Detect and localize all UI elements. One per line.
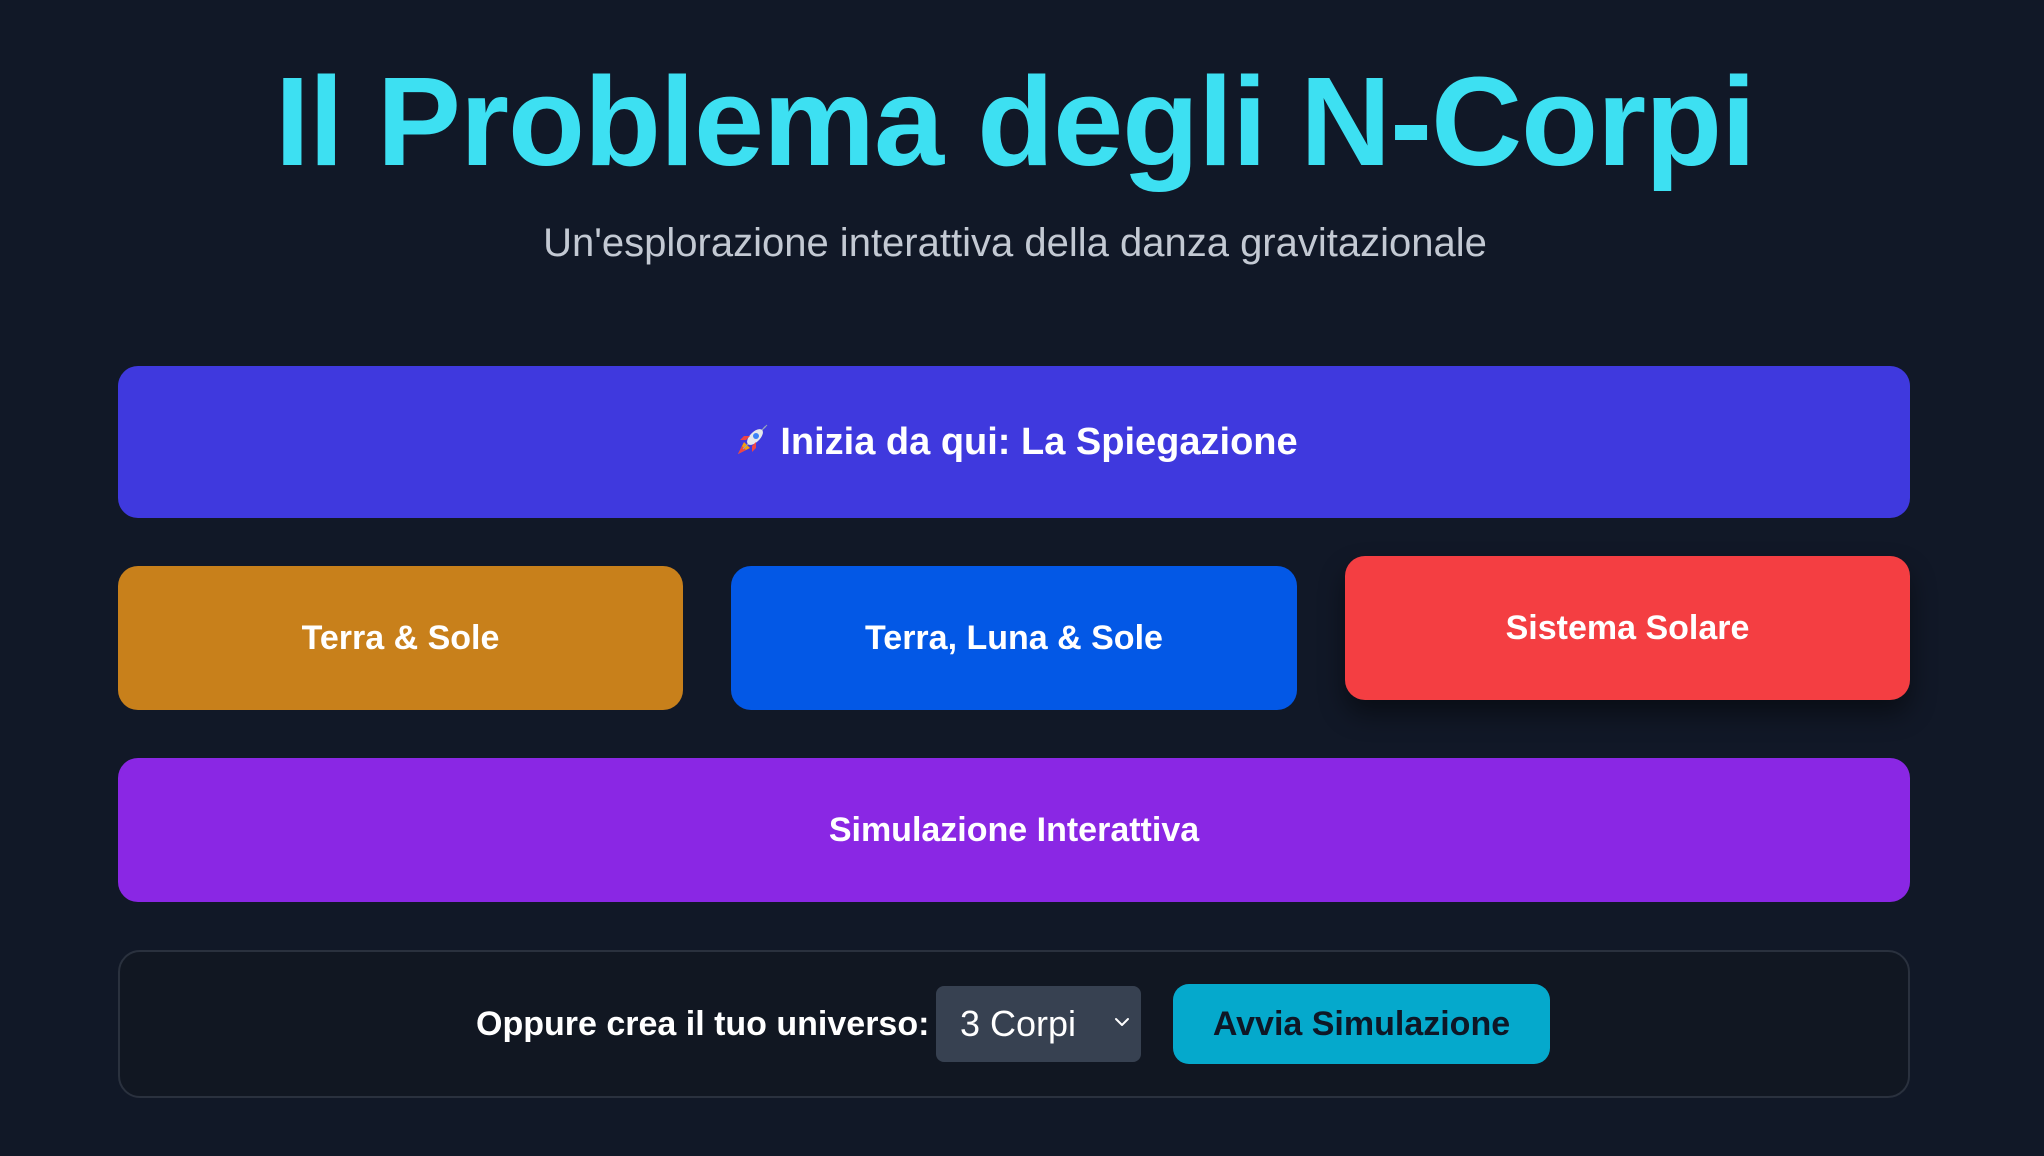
interactive-simulation-button[interactable]: Simulazione Interattiva <box>118 758 1910 902</box>
page-title: Il Problema degli N-Corpi <box>274 51 1756 192</box>
earth-moon-sun-label: Terra, Luna & Sole <box>865 618 1163 657</box>
rocket-icon <box>730 422 770 462</box>
solar-system-label: Sistema Solare <box>1505 608 1750 647</box>
chevron-down-icon <box>1115 1018 1129 1026</box>
earth-moon-sun-button[interactable]: Terra, Luna & Sole <box>731 566 1297 710</box>
earth-sun-button[interactable]: Terra & Sole <box>118 566 683 710</box>
earth-sun-label: Terra & Sole <box>301 618 500 657</box>
custom-universe-label: Oppure crea il tuo universo: <box>476 1005 930 1043</box>
intro-explanation-button[interactable]: Inizia da qui: La Spiegazione <box>118 366 1910 518</box>
intro-explanation-label: Inizia da qui: La Spiegazione <box>780 420 1298 463</box>
bodies-count-value: 3 Corpi <box>960 1003 1077 1044</box>
solar-system-button[interactable]: Sistema Solare <box>1345 556 1910 700</box>
interactive-simulation-label: Simulazione Interattiva <box>828 810 1200 849</box>
page-subtitle: Un'esplorazione interattiva della danza … <box>543 221 1487 265</box>
start-simulation-button[interactable]: Avvia Simulazione <box>1173 984 1550 1064</box>
bodies-count-select[interactable]: 3 Corpi <box>936 986 1141 1062</box>
page: Il Problema degli N-Corpi Un'esplorazion… <box>0 0 2044 1156</box>
start-simulation-label: Avvia Simulazione <box>1212 1004 1511 1043</box>
